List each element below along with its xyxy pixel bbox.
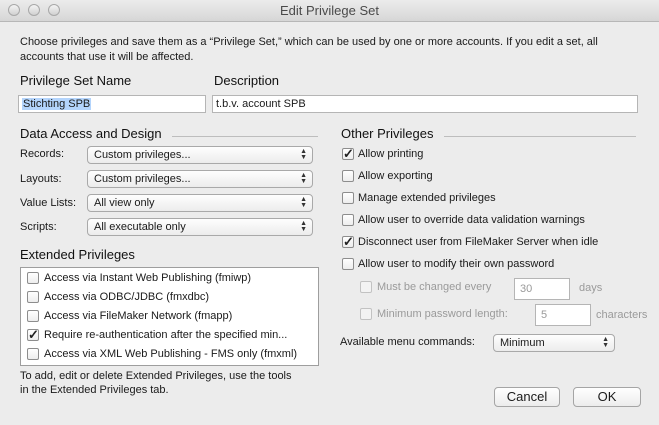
checkbox[interactable] bbox=[27, 310, 39, 322]
updown-arrows-icon: ▲ ▼ bbox=[300, 196, 307, 209]
manage-extended-privileges-checkbox[interactable] bbox=[342, 192, 354, 204]
disconnect-idle-checkbox[interactable] bbox=[342, 234, 354, 250]
scripts-label: Scripts: bbox=[20, 221, 57, 233]
list-item-label: Require re-authentication after the spec… bbox=[44, 329, 288, 341]
menu-commands-value: Minimum bbox=[500, 337, 545, 349]
privilege-set-name-label: Privilege Set Name bbox=[20, 73, 132, 88]
data-access-divider bbox=[172, 136, 318, 137]
allow-printing-label: Allow printing bbox=[358, 148, 424, 160]
scripts-popup[interactable]: All executable only ▲ ▼ bbox=[87, 218, 313, 236]
other-privileges-heading: Other Privileges bbox=[341, 126, 434, 141]
value-lists-popup[interactable]: All view only ▲ ▼ bbox=[87, 194, 313, 212]
checkbox[interactable] bbox=[27, 327, 39, 343]
checkbox[interactable] bbox=[27, 291, 39, 303]
updown-arrows-icon: ▲ ▼ bbox=[300, 172, 307, 185]
layouts-value: Custom privileges... bbox=[94, 173, 191, 185]
privilege-set-name-input[interactable]: Stichting SPB bbox=[18, 95, 206, 113]
layouts-label: Layouts: bbox=[20, 173, 62, 185]
list-item-label: Access via XML Web Publishing - FMS only… bbox=[44, 348, 298, 360]
value-lists-label: Value Lists: bbox=[20, 197, 77, 209]
list-item[interactable]: Access via XML Web Publishing - FMS only… bbox=[21, 345, 318, 364]
records-value: Custom privileges... bbox=[94, 149, 191, 161]
window-title: Edit Privilege Set bbox=[280, 3, 379, 18]
must-change-days-input[interactable]: 30 bbox=[514, 278, 570, 300]
list-item-label: Access via Instant Web Publishing (fmiwp… bbox=[44, 272, 252, 284]
records-label: Records: bbox=[20, 148, 65, 160]
privilege-set-name-value: Stichting SPB bbox=[22, 98, 92, 110]
cancel-button[interactable]: Cancel bbox=[494, 387, 560, 407]
description-label: Description bbox=[214, 73, 280, 88]
allow-printing-checkbox[interactable] bbox=[342, 146, 354, 162]
data-access-heading: Data Access and Design bbox=[20, 126, 162, 141]
manage-extended-privileges-label: Manage extended privileges bbox=[358, 192, 496, 204]
list-item[interactable]: Require re-authentication after the spec… bbox=[21, 326, 318, 345]
menu-commands-label: Available menu commands: bbox=[340, 336, 475, 348]
list-item-label: Access via FileMaker Network (fmapp) bbox=[44, 310, 233, 322]
override-validation-checkbox[interactable] bbox=[342, 214, 354, 226]
override-validation-label: Allow user to override data validation w… bbox=[358, 214, 585, 226]
value-lists-value: All view only bbox=[94, 197, 155, 209]
list-item-label: Access via ODBC/JDBC (fmxdbc) bbox=[44, 291, 210, 303]
menu-commands-popup[interactable]: Minimum ▲ ▼ bbox=[493, 334, 615, 352]
checkbox[interactable] bbox=[27, 272, 39, 284]
must-change-unit: days bbox=[579, 282, 603, 294]
scripts-value: All executable only bbox=[94, 221, 186, 233]
min-length-checkbox[interactable] bbox=[360, 308, 372, 320]
description-input[interactable]: t.b.v. account SPB bbox=[212, 95, 638, 113]
allow-exporting-checkbox[interactable] bbox=[342, 170, 354, 182]
checkbox[interactable] bbox=[27, 348, 39, 360]
extended-privileges-footer: To add, edit or delete Extended Privileg… bbox=[20, 370, 292, 396]
list-item[interactable]: Access via FileMaker Network (fmapp) bbox=[21, 307, 318, 326]
min-length-input[interactable]: 5 bbox=[535, 304, 591, 326]
records-popup[interactable]: Custom privileges... ▲ ▼ bbox=[87, 146, 313, 164]
extended-privileges-list[interactable]: Access via Instant Web Publishing (fmiwp… bbox=[20, 267, 319, 366]
min-length-unit: characters bbox=[596, 309, 648, 321]
must-change-label: Must be changed every bbox=[377, 281, 492, 293]
allow-exporting-label: Allow exporting bbox=[358, 170, 433, 182]
list-item[interactable]: Access via ODBC/JDBC (fmxdbc) bbox=[21, 288, 318, 307]
disconnect-idle-label: Disconnect user from FileMaker Server wh… bbox=[358, 236, 599, 248]
list-item[interactable]: Access via Instant Web Publishing (fmiwp… bbox=[21, 269, 318, 288]
updown-arrows-icon: ▲ ▼ bbox=[602, 336, 609, 349]
other-privileges-divider bbox=[444, 136, 636, 137]
updown-arrows-icon: ▲ ▼ bbox=[300, 148, 307, 161]
must-change-checkbox[interactable] bbox=[360, 281, 372, 293]
modify-password-checkbox[interactable] bbox=[342, 258, 354, 270]
layouts-popup[interactable]: Custom privileges... ▲ ▼ bbox=[87, 170, 313, 188]
ok-button[interactable]: OK bbox=[573, 387, 641, 407]
extended-privileges-heading: Extended Privileges bbox=[20, 247, 135, 262]
intro-text: Choose privileges and save them as a “Pr… bbox=[20, 36, 598, 63]
modify-password-label: Allow user to modify their own password bbox=[358, 258, 555, 270]
min-length-label: Minimum password length: bbox=[377, 308, 508, 320]
updown-arrows-icon: ▲ ▼ bbox=[300, 220, 307, 233]
